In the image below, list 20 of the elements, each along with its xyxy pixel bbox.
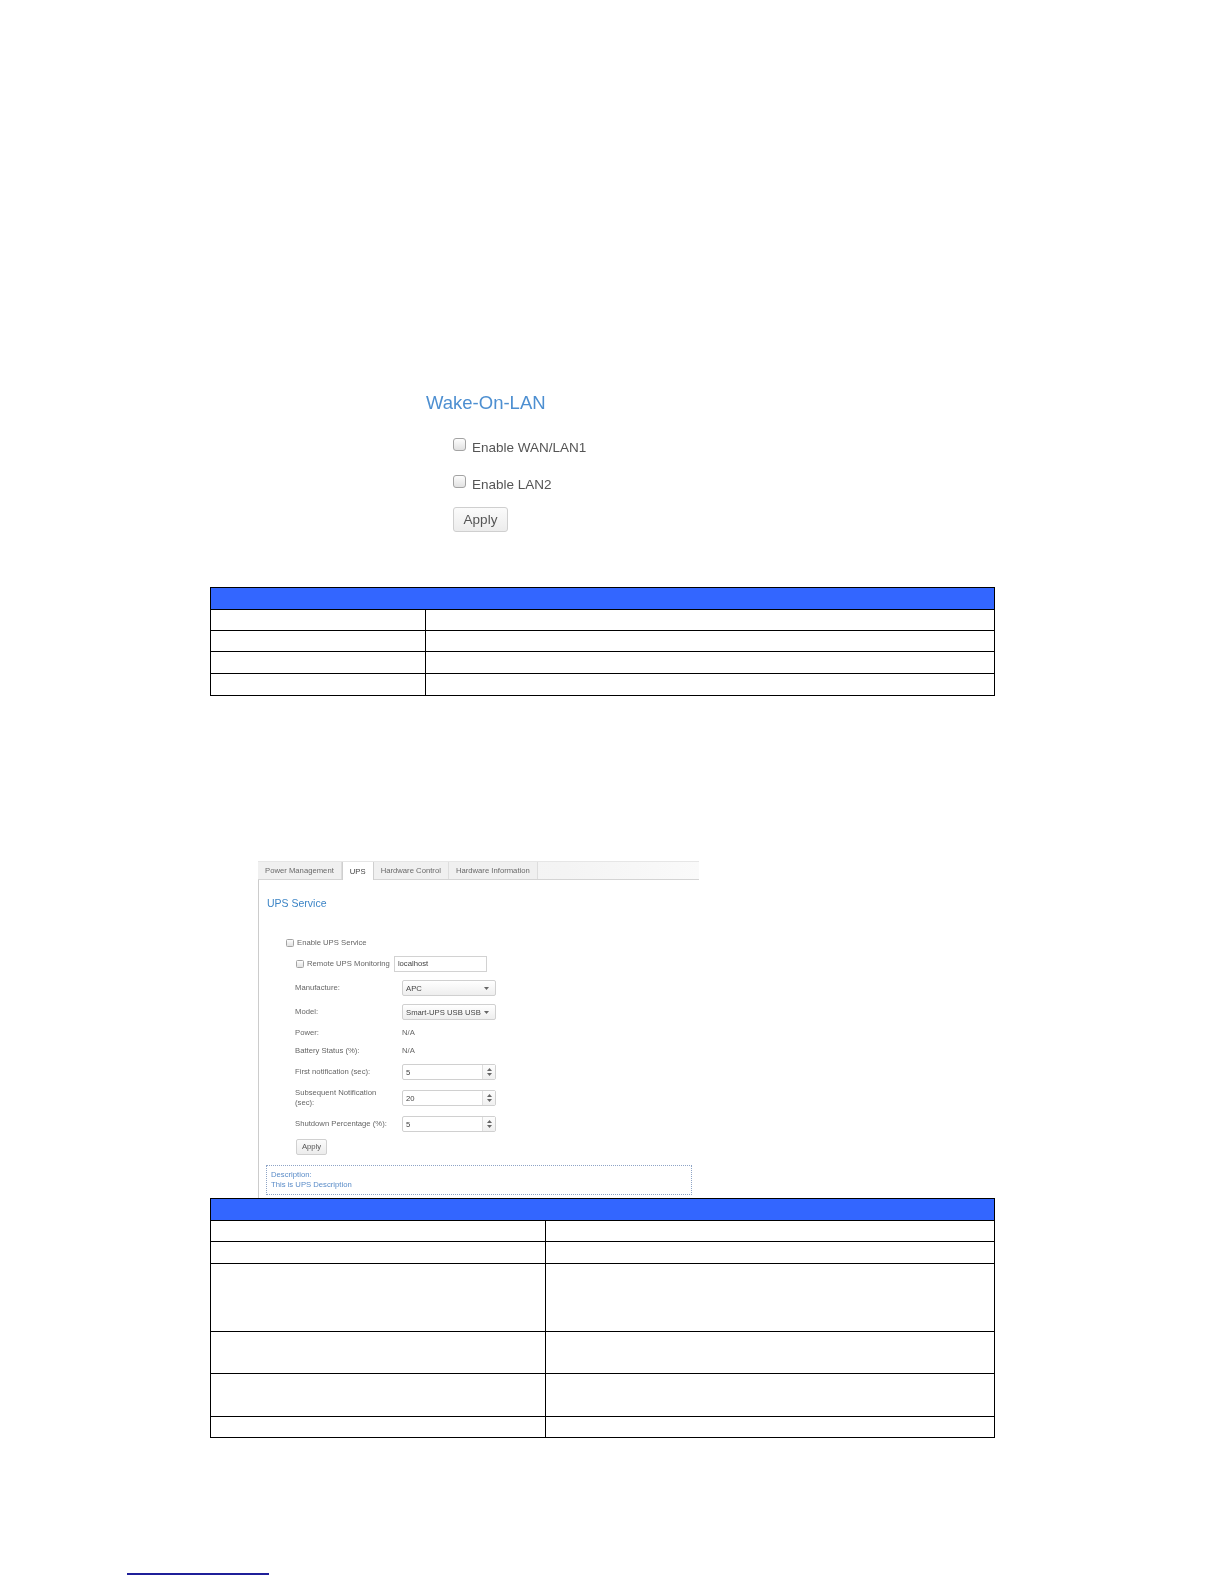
section-title: Wake-On-LAN xyxy=(426,391,546,415)
caret-down-icon xyxy=(484,986,489,990)
caret-up-icon xyxy=(486,1068,492,1071)
caret-down-icon xyxy=(486,1099,492,1102)
spinner-control[interactable] xyxy=(482,1091,495,1105)
checkbox[interactable] xyxy=(453,438,466,451)
caret-down-icon xyxy=(486,1073,492,1076)
spinner-control[interactable] xyxy=(482,1065,495,1079)
caret-down-icon xyxy=(484,1010,489,1014)
caret-up-icon xyxy=(486,1094,492,1097)
caret-down-icon xyxy=(486,1125,492,1128)
checkbox[interactable] xyxy=(453,475,466,488)
option-label[interactable]: Enable LAN2 xyxy=(472,475,552,495)
caret-up-icon xyxy=(486,1120,492,1123)
spinner-control[interactable] xyxy=(482,1117,495,1131)
option-label[interactable]: Enable WAN/LAN1 xyxy=(472,438,587,458)
section-title: UPS Service xyxy=(267,897,327,909)
checkbox[interactable] xyxy=(286,939,294,947)
checkbox[interactable] xyxy=(296,960,304,968)
apply-button[interactable]: Apply xyxy=(453,507,508,532)
